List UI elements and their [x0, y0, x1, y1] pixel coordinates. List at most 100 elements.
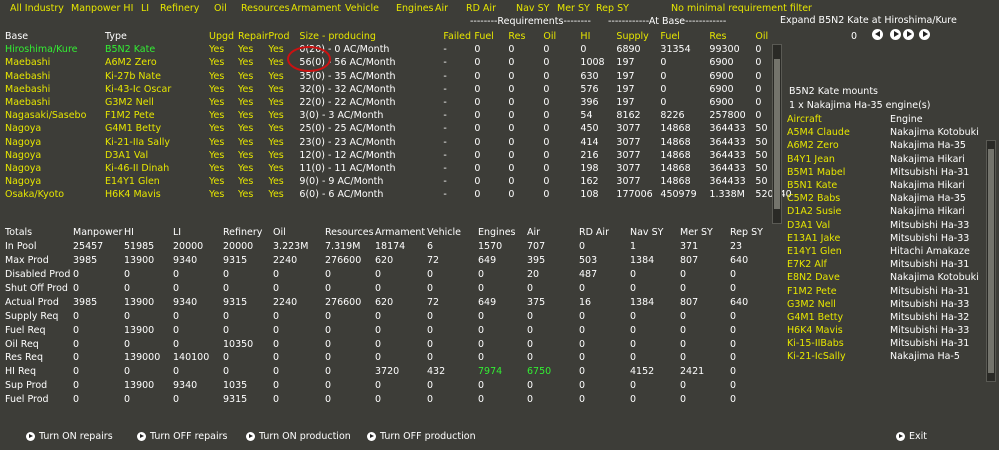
table-row[interactable]: Nagoya D3A1 Val Yes Yes Yes 12(0) - 12 AC/Mon… [5, 149, 795, 162]
list-item[interactable]: B5N1 Kate Nakajima Hikari [787, 179, 985, 192]
table-cell[interactable]: Yes [268, 122, 299, 135]
table-row-selected[interactable]: Hiroshima/Kure B5N2 Kate Yes Yes Yes 0(20) - … [5, 43, 795, 56]
filter-rd-air[interactable]: RD Air [466, 3, 496, 15]
table-cell[interactable]: Yes [238, 122, 268, 135]
table-cell[interactable]: Yes [209, 149, 238, 162]
table-cell[interactable]: Yes [238, 136, 268, 149]
table-cell[interactable]: Yes [238, 162, 268, 175]
table-cell[interactable]: Yes [209, 162, 238, 175]
exit-button[interactable]: Exit [896, 431, 927, 442]
table-cell[interactable]: Yes [238, 109, 268, 122]
table-cell[interactable]: Yes [209, 83, 238, 96]
last-icon[interactable] [919, 29, 930, 40]
table-cell[interactable]: Yes [209, 122, 238, 135]
production-list-scrollbar[interactable] [772, 44, 782, 224]
turn-off-repairs-button[interactable]: Turn OFF repairs [137, 431, 227, 442]
list-item[interactable]: D1A2 Susie Nakajima Hikari [787, 205, 985, 218]
table-cell[interactable]: Yes [209, 96, 238, 109]
table-cell[interactable]: Yes [238, 175, 268, 188]
table-row[interactable]: Nagoya E14Y1 Glen Yes Yes Yes 9(0) - 9 AC/Mon… [5, 175, 795, 188]
table-cell[interactable]: Yes [238, 56, 268, 69]
totals-cell: 3985 [73, 296, 98, 308]
list-item[interactable]: H6K4 Mavis Mitsubishi Ha-33 [787, 324, 985, 337]
table-cell[interactable]: Yes [268, 149, 299, 162]
table-row[interactable]: Osaka/Kyoto H6K4 Mavis Yes Yes Yes 6(0) - 6 A… [5, 188, 795, 201]
table-cell[interactable]: Yes [268, 175, 299, 188]
filter-engines[interactable]: Engines [396, 3, 434, 15]
column-header[interactable]: Repair [238, 30, 268, 43]
filter-armament[interactable]: Armament [291, 3, 341, 15]
table-cell[interactable]: Yes [238, 188, 268, 201]
filter-oil[interactable]: Oil [214, 3, 227, 15]
table-cell[interactable]: Yes [209, 109, 238, 122]
list-item[interactable]: F1M2 Pete Mitsubishi Ha-31 [787, 284, 985, 297]
table-row[interactable]: Nagoya Ki-21-IIa Sally Yes Yes Yes 23(0) - 23… [5, 136, 795, 149]
table-row[interactable]: Maebashi Ki-27b Nate Yes Yes Yes 35(0) - 35 A… [5, 70, 795, 83]
list-item[interactable]: Ki-15-IIBabs Mitsubishi Ha-31 [787, 337, 985, 350]
filter-vehicle[interactable]: Vehicle [345, 3, 379, 15]
list-item[interactable]: G3M2 Nell Mitsubishi Ha-33 [787, 298, 985, 311]
filter-resources[interactable]: Resources [241, 3, 290, 15]
production-list-scroll-thumb[interactable] [774, 59, 780, 209]
column-header[interactable]: Size - producing [299, 30, 443, 43]
table-cell[interactable]: Yes [209, 175, 238, 188]
list-item[interactable]: E13A1 Jake Mitsubishi Ha-33 [787, 232, 985, 245]
table-cell[interactable]: Yes [268, 96, 299, 109]
turn-off-production-button[interactable]: Turn OFF production [367, 431, 476, 442]
turn-on-repairs-button[interactable]: Turn ON repairs [26, 431, 113, 442]
filter-no-minimal-requirement-filter[interactable]: No minimal requirement filter [671, 3, 812, 15]
filter-all-industry[interactable]: All Industry [10, 3, 64, 15]
table-cell[interactable]: Yes [209, 56, 238, 69]
next-icon[interactable] [890, 29, 901, 40]
list-item[interactable]: C5M2 Babs Nakajima Ha-35 [787, 192, 985, 205]
table-row[interactable]: Nagasaki/Sasebo F1M2 Pete Yes Yes Yes 3(0) - … [5, 109, 795, 122]
filter-li[interactable]: LI [141, 3, 149, 15]
table-cell[interactable]: Yes [268, 83, 299, 96]
list-item[interactable]: B5M1 Mabel Mitsubishi Ha-31 [787, 166, 985, 179]
filter-rep-sy[interactable]: Rep SY [596, 3, 629, 15]
filter-mer-sy[interactable]: Mer SY [557, 3, 590, 15]
table-row[interactable]: Maebashi A6M2 Zero Yes Yes Yes 56(0) - 56 AC/… [5, 56, 795, 69]
table-cell[interactable]: Yes [238, 43, 268, 56]
filter-manpower-hi[interactable]: Manpower HI [71, 3, 133, 15]
table-cell[interactable]: Yes [268, 162, 299, 175]
column-header[interactable]: Prod [268, 30, 299, 43]
next-five-icon[interactable] [903, 29, 914, 40]
list-item[interactable]: E8N2 Dave Nakajima Kotobuki [787, 271, 985, 284]
table-cell[interactable]: Yes [268, 136, 299, 149]
filter-air[interactable]: Air [435, 3, 448, 15]
list-item[interactable]: D3A1 Val Mitsubishi Ha-33 [787, 219, 985, 232]
column-header[interactable]: Base [5, 30, 105, 43]
list-item[interactable]: Ki-21-IcSally Nakajima Ha-5 [787, 350, 985, 363]
table-cell[interactable]: Yes [238, 96, 268, 109]
column-header[interactable]: Type [105, 30, 209, 43]
table-cell[interactable]: Yes [268, 188, 299, 201]
table-cell[interactable]: Yes [238, 149, 268, 162]
filter-refinery[interactable]: Refinery [160, 3, 199, 15]
table-cell[interactable]: Yes [209, 70, 238, 83]
filter-nav-sy[interactable]: Nav SY [516, 3, 549, 15]
table-row[interactable]: Maebashi Ki-43-Ic Oscar Yes Yes Yes 32(0) - 3… [5, 83, 795, 96]
table-row[interactable]: Nagoya G4M1 Betty Yes Yes Yes 25(0) - 25 AC/M… [5, 122, 795, 135]
table-cell[interactable]: Yes [238, 83, 268, 96]
list-item[interactable]: E14Y1 Glen Hitachi Amakaze [787, 245, 985, 258]
column-header[interactable]: Upgd [209, 30, 238, 43]
table-row[interactable]: Nagoya Ki-46-II Dinah Yes Yes Yes 11(0) - 11 … [5, 162, 795, 175]
list-item[interactable]: G4M1 Betty Mitsubishi Ha-32 [787, 311, 985, 324]
table-cell[interactable]: Yes [209, 136, 238, 149]
aircraft-list-scroll-thumb[interactable] [988, 149, 994, 373]
aircraft-list-scrollbar[interactable] [986, 140, 996, 382]
list-item[interactable]: A6M2 Zero Nakajima Ha-35 [787, 139, 985, 152]
list-item[interactable]: E7K2 Alf Mitsubishi Ha-31 [787, 258, 985, 271]
table-cell[interactable]: Yes [209, 188, 238, 201]
table-cell[interactable]: Yes [209, 43, 238, 56]
list-item[interactable]: A5M4 Claude Nakajima Kotobuki [787, 126, 985, 139]
table-cell[interactable]: Yes [238, 70, 268, 83]
prev-icon[interactable] [872, 29, 883, 40]
table-row[interactable]: Maebashi G3M2 Nell Yes Yes Yes 22(0) - 22 AC/… [5, 96, 795, 109]
table-cell[interactable]: Yes [268, 70, 299, 83]
list-item[interactable]: B4Y1 Jean Nakajima Hikari [787, 153, 985, 166]
turn-on-production-button[interactable]: Turn ON production [246, 431, 351, 442]
totals-cell: 72 [427, 255, 440, 267]
table-cell[interactable]: Yes [268, 109, 299, 122]
